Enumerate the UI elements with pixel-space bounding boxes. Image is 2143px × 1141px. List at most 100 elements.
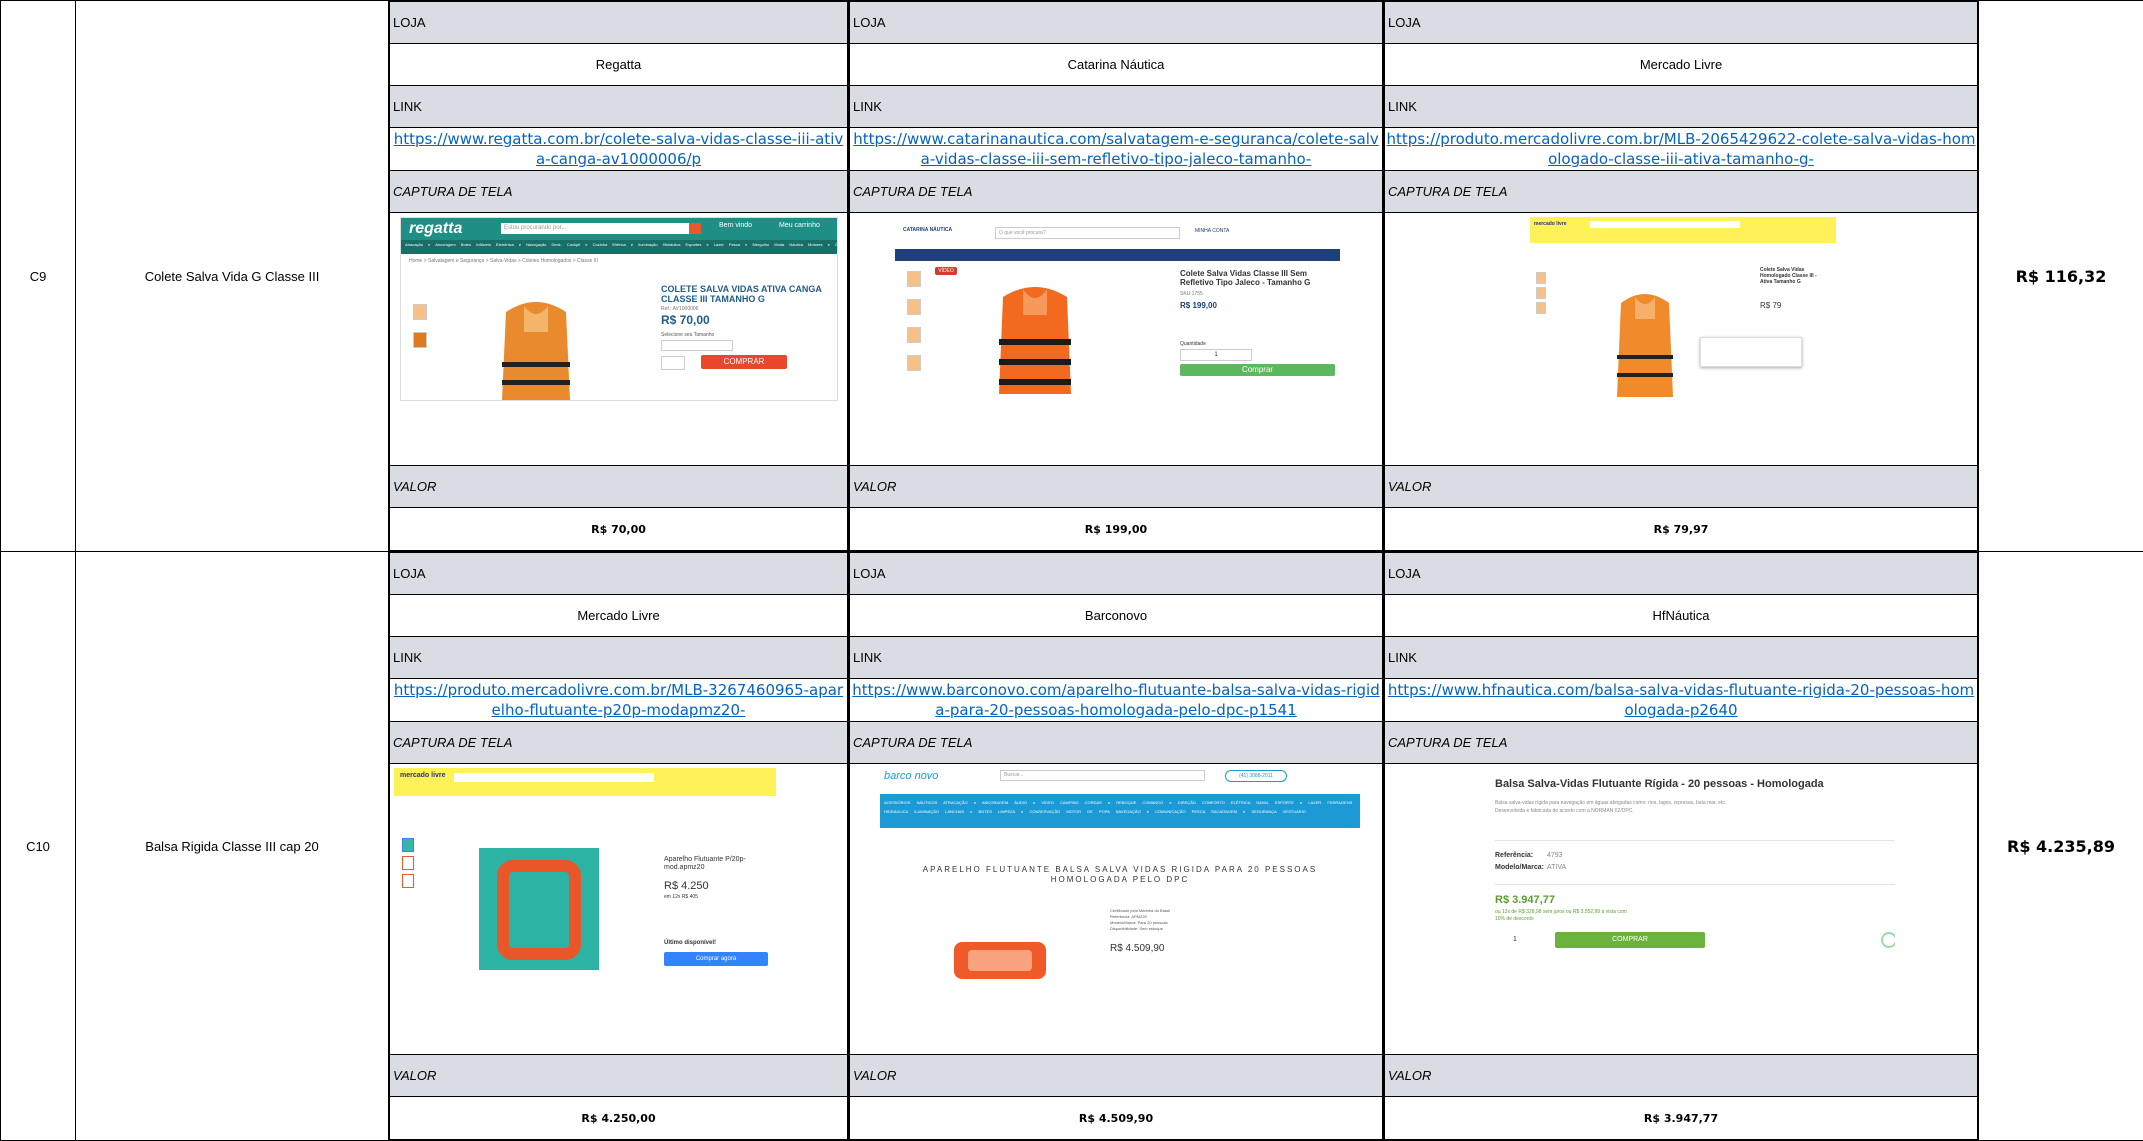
item-code: C9 — [1, 1, 76, 552]
product-price: R$ 199,00 — [1180, 301, 1217, 310]
average-price: R$ 4.235,89 — [1979, 552, 2143, 1141]
screenshot-regatta: regatta Estou procurando por... Bem vind… — [400, 217, 838, 401]
screenshot-mercadolivre: mercado livre Colete Salva Vidas Homolog… — [1530, 217, 1836, 397]
brand-label: Modelo/Marca: — [1495, 864, 1544, 871]
life-vest-image — [995, 279, 1075, 394]
search-icon[interactable] — [689, 223, 701, 234]
quantity-input[interactable] — [661, 356, 685, 370]
product-price: R$ 79 — [1760, 301, 1781, 310]
link-header: LINK — [1385, 86, 1978, 128]
thumb-2[interactable] — [413, 332, 427, 348]
store-price: R$ 3.947,77 — [1385, 1097, 1978, 1140]
store-header: LOJA — [390, 2, 848, 44]
search-input[interactable] — [1590, 221, 1740, 228]
life-vest-image — [1615, 287, 1675, 397]
thumb-1[interactable] — [1536, 272, 1546, 284]
store-link[interactable]: https://www.catarinanautica.com/salvatag… — [850, 129, 1382, 169]
product-model: Modelo/Marca: Para 20 pessoas — [1110, 920, 1168, 925]
thumb-2[interactable] — [1536, 287, 1546, 299]
buy-button[interactable]: COMPRAR — [701, 355, 787, 369]
link-header: LINK — [1385, 637, 1978, 679]
installments: ou 12x de R$ 328,98 sem juros ou R$ 3.55… — [1495, 909, 1627, 915]
link-header: LINK — [850, 86, 1383, 128]
screenshot-header: CAPTURA DE TELA — [850, 171, 1383, 213]
phone-badge: (41) 3088-2011 — [1225, 770, 1287, 782]
search-input[interactable]: Buscar... — [1000, 770, 1205, 781]
product-description: Balsa salva-vidas rígida para navegação … — [1495, 800, 1726, 806]
buy-button[interactable]: Comprar — [1180, 364, 1335, 376]
item-description: Colete Salva Vida G Classe III — [76, 1, 389, 552]
screenshot-header: CAPTURA DE TELA — [1385, 722, 1978, 764]
installments: em 12x R$ 405 — [664, 894, 698, 900]
thumb-2[interactable] — [402, 856, 414, 870]
search-input[interactable] — [454, 773, 654, 782]
thumb-1[interactable] — [413, 304, 427, 320]
screenshot-cell: mercado livre Colete Salva Vidas Homolog… — [1385, 213, 1978, 466]
product-title: Balsa Salva-Vidas Flutuante Rígida - 20 … — [1495, 778, 1824, 790]
popup — [1700, 337, 1802, 367]
life-vest-image — [496, 292, 576, 400]
store-name: Catarina Náutica — [850, 44, 1383, 86]
divider — [1495, 884, 1895, 885]
whatsapp-icon[interactable] — [1881, 932, 1895, 948]
store-price: R$ 79,97 — [1385, 508, 1978, 551]
barconovo-logo: barco novo — [884, 770, 938, 782]
thumb-3[interactable] — [907, 327, 921, 343]
store-block: LOJA Mercado Livre LINK https://produto.… — [389, 552, 849, 1141]
store-header: LOJA — [1385, 2, 1978, 44]
nav-items: Atracação e Ancoragem Botes Infláveis El… — [405, 242, 838, 247]
screenshot-barconovo: barco novo Buscar... (41) 3088-2011 ACES… — [880, 768, 1360, 988]
store-link[interactable]: https://www.hfnautica.com/balsa-salva-vi… — [1385, 680, 1977, 720]
cart-link[interactable]: Meu carrinho — [779, 222, 820, 229]
thumb-2[interactable] — [907, 299, 921, 315]
ml-logo: mercado livre — [1534, 221, 1567, 227]
product-title: APARELHO FLUTUANTE BALSA SALVA VIDAS RIG… — [890, 865, 1350, 885]
discount: 10% de desconto — [1495, 916, 1534, 922]
product-title: COLETE SALVA VIDAS ATIVA CANGA CLASSE II… — [661, 284, 831, 304]
buy-button[interactable]: COMPRAR — [1555, 932, 1705, 948]
store-block: LOJA Mercado Livre LINK https://produto.… — [1384, 1, 1979, 552]
value-header: VALOR — [1385, 1055, 1978, 1097]
search-input[interactable]: O que você procura? — [995, 227, 1180, 239]
size-label: Selecione seu Tamanho — [661, 332, 714, 338]
nav-bar — [895, 249, 1340, 261]
thumb-3[interactable] — [1536, 302, 1546, 314]
search-input[interactable]: Estou procurando por... — [501, 223, 689, 234]
value-header: VALOR — [850, 1055, 1383, 1097]
thumb-3[interactable] — [402, 874, 414, 888]
screenshot-cell: Balsa Salva-Vidas Flutuante Rígida - 20 … — [1385, 764, 1978, 1055]
average-price: R$ 116,32 — [1979, 1, 2143, 552]
price-survey-table: C9 Colete Salva Vida G Classe III LOJA R… — [0, 0, 2143, 1141]
quantity-stepper[interactable]: 1 — [1495, 934, 1535, 946]
link-header: LINK — [850, 637, 1383, 679]
link-header: LINK — [390, 86, 848, 128]
raft-image — [479, 848, 599, 970]
thumb-1[interactable] — [402, 838, 414, 852]
product-ref: Referência: APMZ20 — [1110, 914, 1147, 919]
size-selector[interactable] — [661, 340, 733, 351]
buy-now-button[interactable]: Comprar agora — [664, 952, 768, 966]
store-link[interactable]: https://www.regatta.com.br/colete-salva-… — [390, 129, 847, 169]
store-header: LOJA — [850, 553, 1383, 595]
value-header: VALOR — [390, 466, 848, 508]
quantity-stepper[interactable]: 1 — [1180, 349, 1252, 361]
table-row: C9 Colete Salva Vida G Classe III LOJA R… — [1, 1, 2143, 552]
nav-items: ACESSÓRIOS NÁUTICOS ATRACAÇÃO e ANCORAGE… — [884, 798, 1354, 816]
store-link[interactable]: https://www.barconovo.com/aparelho-flutu… — [850, 680, 1382, 720]
thumb-4[interactable] — [907, 355, 921, 371]
product-title: Colete Salva Vidas Homologado Classe III… — [1760, 267, 1830, 285]
store-link[interactable]: https://produto.mercadolivre.com.br/MLB-… — [1385, 129, 1977, 169]
screenshot-header: CAPTURA DE TELA — [390, 722, 848, 764]
store-price: R$ 70,00 — [390, 508, 848, 551]
catarina-logo: CATARINA NÁUTICA — [903, 227, 952, 233]
screenshot-cell: CATARINA NÁUTICA O que você procura? MIN… — [850, 213, 1383, 466]
store-link[interactable]: https://produto.mercadolivre.com.br/MLB-… — [390, 680, 847, 720]
brand-value: ATIVA — [1547, 864, 1566, 871]
divider — [1495, 840, 1895, 841]
store-block: LOJA Barconovo LINK https://www.barconov… — [849, 552, 1384, 1141]
login-link[interactable]: Bem vindo — [719, 222, 752, 229]
thumb-1[interactable] — [907, 271, 921, 287]
account-link[interactable]: MINHA CONTA — [1195, 228, 1229, 234]
product-title: Colete Salva Vidas Classe III Sem Reflet… — [1180, 269, 1330, 287]
store-header: LOJA — [1385, 553, 1978, 595]
